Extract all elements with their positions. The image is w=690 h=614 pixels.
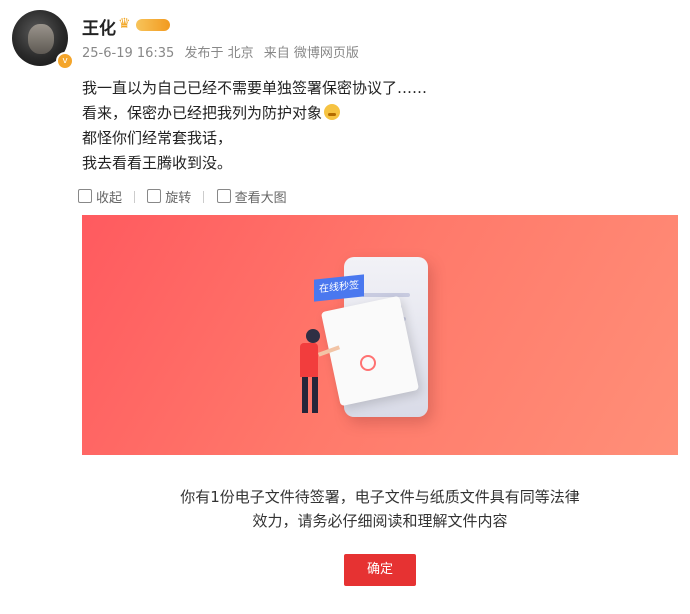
rotate-label: 旋转 (165, 191, 192, 206)
collapse-button[interactable]: 收起 (78, 187, 122, 206)
crown-icon: ♛ (118, 16, 131, 32)
post-location: 发布于 北京 (184, 46, 254, 61)
crying-emoji-icon (324, 104, 341, 120)
collapse-label: 收起 (96, 191, 123, 206)
view-large-button[interactable]: 查看大图 (216, 187, 287, 206)
rotate-button[interactable]: 旋转 (147, 187, 191, 206)
view-large-icon (216, 189, 231, 203)
illustration-banner: 在线秒签 (82, 215, 678, 455)
vip-badge (136, 19, 170, 31)
person-head (306, 329, 320, 343)
person-leg (312, 377, 318, 413)
sign-message: 你有1份电子文件待签署，电子文件与纸质文件具有同等法律 效力，请务必仔细阅读和理… (82, 485, 678, 533)
seal-icon (360, 355, 376, 371)
post-content: 我一直以为自己已经不需要单独签署保密协议了…… 看来，保密办已经把我列为防护对象… (82, 76, 672, 176)
post-line: 都怪你们经常套我话， (82, 129, 233, 147)
image-toolbar: 收起 旋转 查看大图 (78, 187, 295, 207)
rotate-icon (147, 189, 162, 203)
post-line: 我去看看王腾收到没。 (82, 154, 233, 172)
post-image[interactable]: 在线秒签 你有1份电子文件待签署，电子文件与纸质文件具有同等法律 效力，请务必仔… (82, 215, 678, 610)
phone-line (362, 293, 410, 297)
post-source: 来自 微博网页版 (263, 46, 359, 61)
verified-badge-icon: v (56, 52, 74, 70)
post-time[interactable]: 25-6-19 16:35 (82, 46, 174, 61)
post-meta: 25-6-19 16:35 发布于 北京 来自 微博网页版 (82, 42, 365, 61)
post-line: 看来，保密办已经把我列为防护对象 (82, 101, 672, 126)
post-line: 我一直以为自己已经不需要单独签署保密协议了…… (82, 79, 428, 97)
collapse-icon (78, 189, 92, 203)
post-line-text: 看来，保密办已经把我列为防护对象 (82, 104, 323, 122)
toolbar-divider (134, 191, 136, 203)
toolbar-divider (203, 191, 205, 203)
post-header: v 王化 ♛ 25-6-19 16:35 发布于 北京 来自 微博网页版 (12, 8, 672, 70)
username[interactable]: 王化 (82, 14, 116, 39)
person-leg (302, 377, 308, 413)
person-body (300, 343, 318, 377)
confirm-button[interactable]: 确定 (344, 554, 416, 586)
sign-message-line: 效力，请务必仔细阅读和理解文件内容 (252, 512, 508, 530)
view-large-label: 查看大图 (234, 191, 287, 206)
sign-message-line: 你有1份电子文件待签署，电子文件与纸质文件具有同等法律 (180, 488, 580, 506)
avatar-face (28, 24, 54, 54)
